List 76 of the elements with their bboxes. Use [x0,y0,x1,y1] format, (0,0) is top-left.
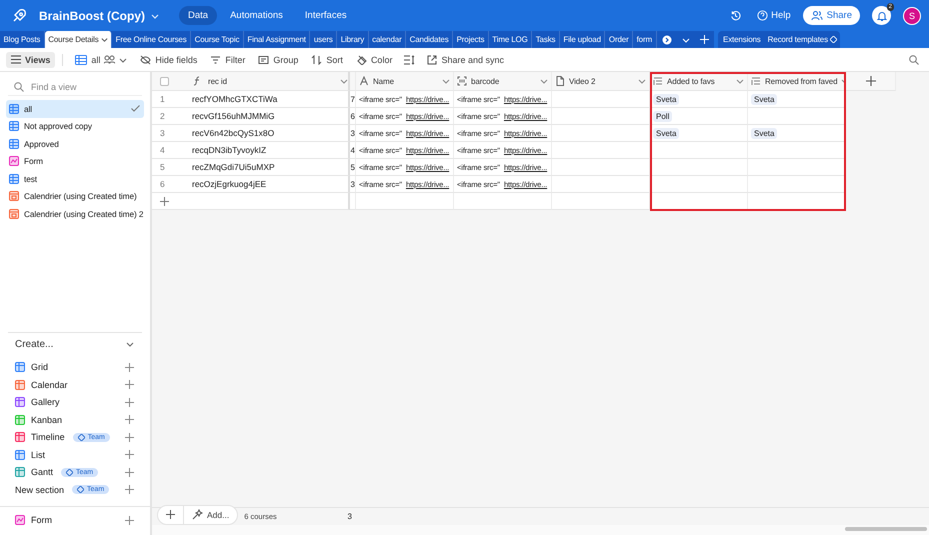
table-tab[interactable]: File upload [560,31,606,48]
table-cell: 6 [350,108,356,125]
extensions-button[interactable]: Extensions [720,31,764,48]
row-number: 1 [152,91,184,108]
nav-tab[interactable]: Automations [221,6,292,25]
view-item[interactable]: test [6,170,144,188]
table-cell: 3 [350,176,356,193]
row-number: 2 [152,108,184,125]
table-tab[interactable]: Order [605,31,634,48]
lookup-tag: Poll [653,110,672,122]
table-tab[interactable]: Free Online Courses [112,31,192,48]
table-tab[interactable]: Candidates [406,31,454,48]
create-view-option[interactable]: Gantt [31,467,54,478]
table-tab[interactable]: Time LOG [488,31,532,48]
nav-tab[interactable]: Data [179,6,218,25]
table-cell: 3 [350,125,356,142]
create-view-option[interactable]: Grid [31,362,48,372]
base-name[interactable]: BrainBoost (Copy) [39,8,145,22]
table-cell: recOzjEgrkuog4jEE [184,176,350,193]
create-view-option[interactable]: Form [31,515,52,526]
toolbar-button[interactable]: Group [253,52,304,68]
table-tab[interactable]: Final Assignment [244,31,310,48]
create-view-option[interactable]: Kanban [31,414,62,425]
record-templates-button[interactable]: Record templates [764,31,840,48]
table-cell: recV6n42bcQyS1x8O [184,125,350,142]
nav-tab[interactable]: Interfaces [296,6,356,25]
column-header[interactable]: Video 2 [552,72,650,91]
toolbar-button[interactable]: Hide fields [135,52,202,68]
summary-cell: 3 [348,512,352,521]
table-tab[interactable]: Projects [453,31,489,48]
help-button[interactable]: Help [757,10,791,21]
table-cell: recfYOMhcGTXCTiWa [184,91,350,108]
table-tab[interactable]: Course Topic [191,31,244,48]
create-view-option[interactable]: Gallery [31,397,60,408]
view-item[interactable]: Calendrier (using Created time) [6,188,144,205]
view-item[interactable]: Not approved copy [6,118,144,135]
view-item[interactable]: Form [6,152,144,170]
table-tab[interactable]: calendar [368,31,406,48]
table-cell: 4 [350,142,356,159]
row-number: 3 [152,125,184,142]
column-header[interactable]: barcode [454,72,552,91]
view-item[interactable]: Approved [6,135,144,152]
toolbar-button[interactable]: Filter [205,52,250,68]
toolbar-button[interactable]: Sort [306,52,348,68]
share-and-sync-button[interactable]: Share and sync [422,52,509,68]
view-item[interactable]: all [6,100,144,118]
lookup-tag: Sveta [653,94,680,104]
table-tab[interactable]: Library [337,31,369,48]
create-view-option[interactable]: Calendar [31,380,68,390]
create-view-option[interactable]: New section [15,484,64,495]
column-header[interactable]: Name [356,72,454,91]
lookup-tag: Sveta [653,128,680,138]
row-number: 6 [152,176,184,193]
row-number: 5 [152,159,184,176]
column-header[interactable]: rec id [184,72,350,91]
row-number: 4 [152,142,184,159]
toolbar-button[interactable]: Color [350,52,398,68]
create-view-option[interactable]: Timeline [31,432,65,442]
table-tab[interactable]: form [633,31,657,48]
share-button[interactable]: Share [802,6,860,25]
create-heading: Create... [15,338,54,350]
lookup-tag: Sveta [751,128,778,138]
user-avatar[interactable]: S [903,6,921,24]
table-cell: 7 [350,91,356,108]
table-tab[interactable]: Course Details [44,31,112,48]
table-cell: recZMqGdi7Ui5uMXP [184,159,350,176]
table-tab[interactable]: Tasks [532,31,560,48]
table-cell: recvGf156uhMJMMiG [184,108,350,125]
lookup-tag: Sveta [751,94,778,104]
create-view-option[interactable]: List [31,450,46,460]
table-cell: recqDN3ibTyvoykIZ [184,142,350,159]
table-cell: 5 [350,159,356,176]
view-item[interactable]: Calendrier (using Created time) 2 [6,205,144,222]
views-button[interactable]: Views [6,52,56,68]
view-switcher[interactable]: all [70,52,132,68]
table-tab[interactable]: users [310,31,338,48]
